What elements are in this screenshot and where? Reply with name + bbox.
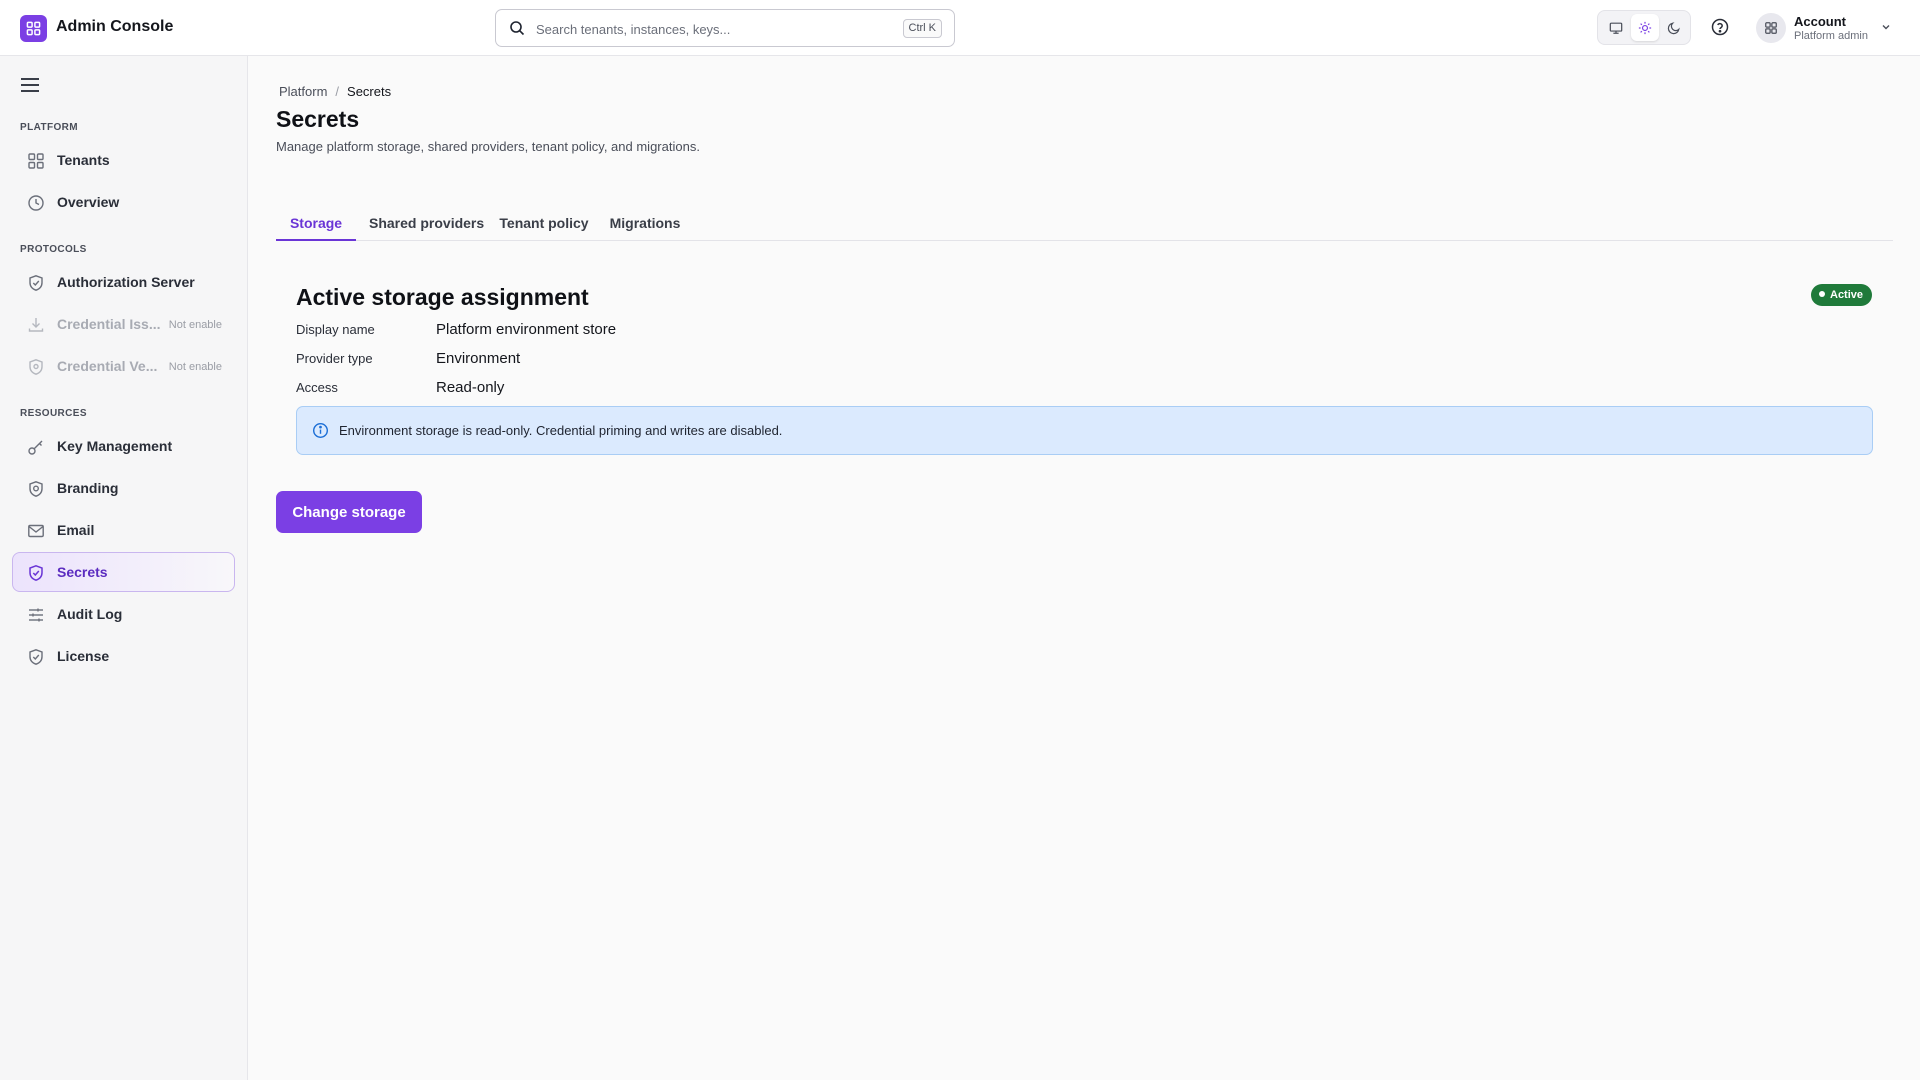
sidebar-item-license[interactable]: License (12, 636, 235, 676)
search-icon (510, 21, 525, 36)
access-value: Read-only (436, 379, 505, 396)
theme-light-button[interactable] (1631, 14, 1659, 41)
shield-check-icon (29, 275, 43, 291)
help-button[interactable] (1710, 17, 1730, 37)
breadcrumb-current: Secrets (347, 84, 392, 99)
search-input[interactable] (536, 18, 876, 40)
key-icon (28, 440, 43, 455)
sidebar-item-key-management[interactable]: Key Management (12, 426, 235, 466)
theme-switcher (1597, 10, 1691, 45)
moon-icon (1667, 21, 1680, 34)
sidebar-item-label: Secrets (57, 564, 108, 580)
sidebar-item-label: Key Management (57, 438, 173, 454)
mail-icon (28, 524, 44, 538)
not-enabled-tag: Not enable (168, 319, 222, 331)
sidebar-item-email[interactable]: Email (12, 510, 235, 550)
status-badge: Active (1811, 284, 1873, 306)
avatar (1756, 13, 1786, 43)
provider-type-value: Environment (436, 350, 521, 367)
app-title: Admin Console (56, 18, 174, 35)
sidebar-section-platform: PLATFORM (20, 122, 79, 133)
read-only-notice: Environment storage is read-only. Creden… (296, 406, 1873, 455)
app-logo[interactable] (20, 15, 47, 42)
sidebar-toggle-button[interactable] (20, 77, 40, 93)
provider-type-label: Provider type (296, 351, 373, 366)
chevron-down-icon (1882, 25, 1890, 30)
sidebar-item-tenants[interactable]: Tenants (12, 140, 235, 180)
grid-icon (26, 21, 41, 36)
search-shortcut-hint: Ctrl K (902, 19, 942, 38)
access-label: Access (296, 380, 338, 395)
breadcrumb: Platform / Secrets (279, 84, 391, 99)
top-bar: Admin Console Ctrl K (0, 0, 1920, 56)
sidebar-item-credential-verifier: Credential Ve... Not enable (12, 346, 235, 386)
sidebar-item-secrets[interactable]: Secrets (12, 552, 235, 592)
sliders-icon (29, 608, 43, 622)
shield-icon (29, 359, 43, 375)
breadcrumb-separator: / (335, 84, 340, 99)
display-name-value: Platform environment store (436, 321, 617, 338)
account-role: Platform admin (1794, 30, 1868, 42)
page-subtitle: Manage platform storage, shared provider… (276, 139, 700, 154)
download-icon (28, 318, 44, 332)
global-search[interactable]: Ctrl K (495, 9, 955, 47)
monitor-icon (1609, 22, 1623, 34)
sidebar-item-label: Tenants (57, 152, 110, 168)
sidebar-item-authorization-server[interactable]: Authorization Server (12, 262, 235, 302)
sidebar-item-label: Credential Ve... (57, 358, 158, 374)
sidebar-section-resources: RESOURCES (20, 408, 87, 419)
main-content: Platform / Secrets Secrets Manage platform… (249, 56, 1920, 1080)
account-name: Account (1794, 14, 1846, 29)
shield-check-icon (29, 649, 43, 665)
sidebar-item-label: Email (57, 522, 95, 538)
menu-icon (21, 78, 39, 92)
shield-check-icon (29, 565, 43, 581)
sidebar-item-overview[interactable]: Overview (12, 182, 235, 222)
tab-tenant-policy[interactable]: Tenant policy (498, 209, 590, 241)
badge-icon (29, 481, 43, 497)
sidebar-section-protocols: PROTOCOLS (20, 244, 87, 255)
sidebar-item-label: License (57, 648, 110, 664)
sun-icon (1638, 21, 1652, 34)
sidebar-item-label: Credential Iss... (57, 316, 161, 332)
theme-dark-button[interactable] (1660, 14, 1688, 41)
tab-storage[interactable]: Storage (276, 209, 356, 241)
sidebar-item-label: Overview (57, 194, 120, 210)
apps-icon (1765, 22, 1777, 34)
breadcrumb-platform-link[interactable]: Platform (279, 84, 327, 99)
help-icon (1711, 18, 1729, 36)
change-storage-button[interactable]: Change storage (276, 491, 422, 533)
info-icon (312, 422, 329, 439)
secrets-tabs: Storage Shared providers Tenant policy M… (276, 209, 1893, 241)
sidebar: PLATFORM Tenants Overview PROTOCOLS Auth… (0, 56, 248, 1080)
sidebar-item-credential-issuer: Credential Iss... Not enable (12, 304, 235, 344)
sidebar-item-audit-log[interactable]: Audit Log (12, 594, 235, 634)
account-menu[interactable]: Account Platform admin (1756, 11, 1896, 45)
not-enabled-tag: Not enable (168, 361, 222, 373)
notice-text: Environment storage is read-only. Creden… (339, 423, 783, 438)
tab-migrations[interactable]: Migrations (606, 209, 684, 241)
display-name-label: Display name (296, 322, 375, 337)
sidebar-item-branding[interactable]: Branding (12, 468, 235, 508)
grid-icon (28, 153, 44, 169)
clock-icon (28, 195, 44, 211)
sidebar-item-label: Authorization Server (57, 274, 195, 290)
theme-system-button[interactable] (1602, 14, 1630, 41)
sidebar-item-label: Audit Log (57, 606, 123, 622)
page-title: Secrets (276, 106, 360, 132)
storage-assignment-title: Active storage assignment (296, 284, 589, 310)
sidebar-item-label: Branding (57, 480, 119, 496)
tab-shared-providers[interactable]: Shared providers (369, 209, 484, 241)
